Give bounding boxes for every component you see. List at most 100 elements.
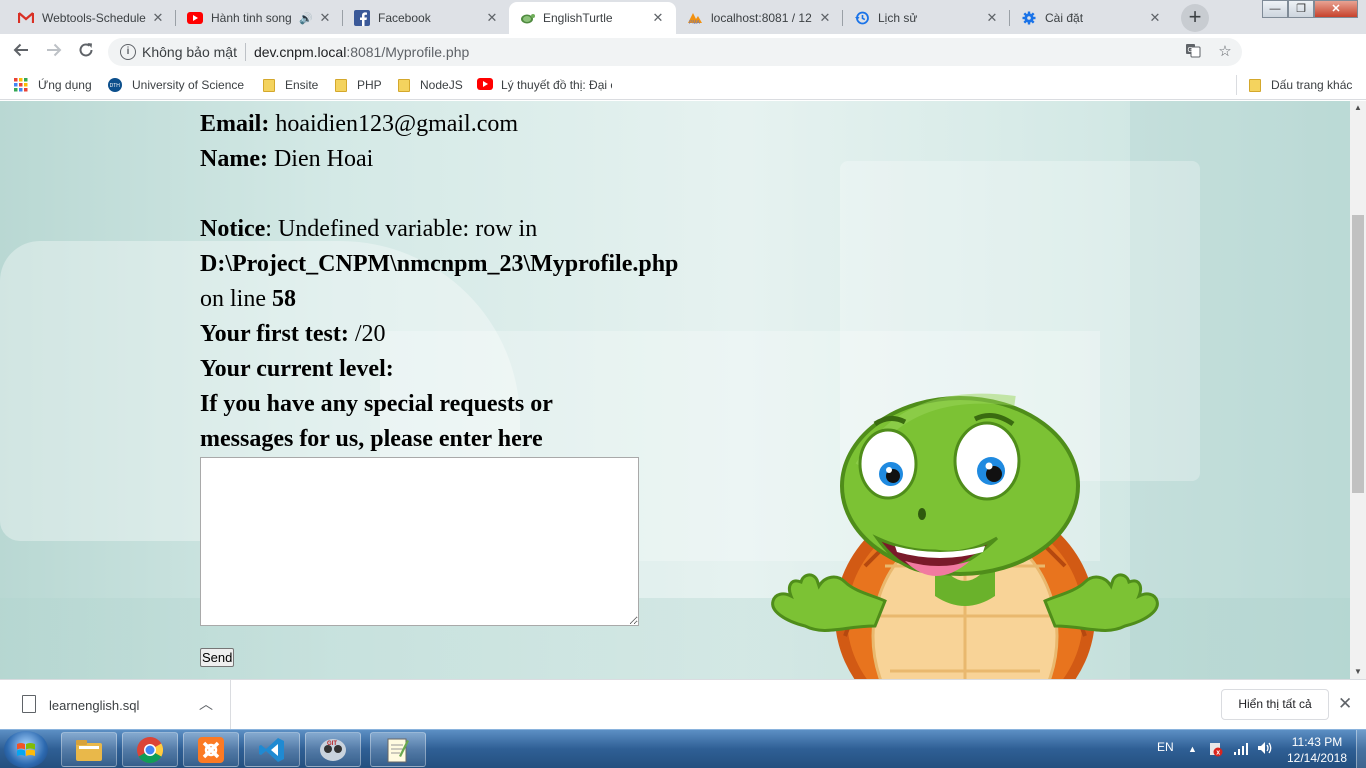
system-clock[interactable]: 11:43 PM 12/14/2018 <box>1281 734 1353 766</box>
current-level-label: Your current level: <box>200 356 394 382</box>
language-indicator[interactable]: EN <box>1157 730 1174 768</box>
bookmark-star-icon[interactable]: ☆ <box>1214 42 1236 62</box>
message-textarea[interactable] <box>200 457 639 626</box>
screen: Webtools-Schedule ✕ Hành tinh song 🔊 ✕ F… <box>0 0 1366 768</box>
facebook-icon <box>354 10 370 26</box>
url-path: :8081/Myprofile.php <box>346 44 470 60</box>
close-shelf-icon[interactable]: ✕ <box>1338 694 1352 714</box>
vertical-scrollbar[interactable]: ▲ ▼ <box>1350 101 1366 679</box>
tab-label: Lịch sử <box>878 11 918 25</box>
file-icon <box>22 695 36 713</box>
clock-time: 11:43 PM <box>1291 735 1343 749</box>
tab-label: localhost:8081 / 12 <box>711 11 812 25</box>
tab-englishturtle[interactable]: EnglishTurtle ✕ <box>509 2 676 34</box>
bookmark-php[interactable]: PHP <box>335 76 382 94</box>
phpmyadmin-icon: PMA <box>687 10 703 26</box>
page-viewport: Email: hoaidien123@gmail.com Name: Dien … <box>0 101 1350 679</box>
info-icon[interactable]: i <box>120 44 136 60</box>
close-icon[interactable]: ✕ <box>984 10 1000 26</box>
address-bar[interactable]: i Không bảo mật dev.cnpm.local:8081/Mypr… <box>108 38 1242 66</box>
security-alert-icon[interactable]: x <box>1209 741 1223 768</box>
tab-facebook[interactable]: Facebook ✕ <box>344 2 510 34</box>
tab-history[interactable]: Lịch sử ✕ <box>844 2 1010 34</box>
name-label: Name: <box>200 146 268 172</box>
tab-strip: Webtools-Schedule ✕ Hành tinh song 🔊 ✕ F… <box>0 0 1366 34</box>
taskbar-git[interactable]: GIT <box>305 732 361 767</box>
network-signal-icon[interactable] <box>1233 741 1249 768</box>
notepad-icon <box>387 738 409 762</box>
notice-online: on line <box>200 286 266 312</box>
show-hidden-icons-chevron-icon[interactable]: ▲ <box>1188 730 1197 768</box>
taskbar-xampp[interactable] <box>183 732 239 767</box>
scrollbar-thumb[interactable] <box>1352 215 1364 493</box>
translate-icon[interactable]: G <box>1182 42 1204 62</box>
download-item[interactable]: learnenglish.sql ︿ <box>0 680 231 729</box>
close-icon[interactable]: ✕ <box>317 10 333 26</box>
bookmark-university[interactable]: DTH University of Science <box>108 76 244 94</box>
maximize-button[interactable]: ❐ <box>1288 0 1314 18</box>
send-button[interactable]: Send <box>200 648 235 667</box>
clock-date: 12/14/2018 <box>1286 751 1348 765</box>
taskbar-notepad[interactable] <box>370 732 426 767</box>
bookmark-apps[interactable]: Ứng dụng <box>14 76 92 94</box>
tab-phpmyadmin[interactable]: PMA localhost:8081 / 12 ✕ <box>677 2 843 34</box>
taskbar-file-explorer[interactable] <box>61 732 117 767</box>
bookmark-label: PHP <box>357 78 382 92</box>
security-label: Không bảo mật <box>142 44 237 60</box>
reload-icon <box>79 43 93 57</box>
scroll-down-arrow-icon[interactable]: ▼ <box>1350 665 1366 679</box>
svg-text:DTH: DTH <box>110 83 121 89</box>
download-shelf: learnenglish.sql ︿ Hiển thị tất cả ✕ <box>0 679 1366 729</box>
new-tab-button[interactable]: + <box>1181 4 1209 32</box>
bookmark-label: University of Science <box>132 78 245 92</box>
close-window-button[interactable]: ✕ <box>1314 0 1358 18</box>
speaker-icon[interactable]: 🔊 <box>299 12 313 25</box>
show-all-downloads-button[interactable]: Hiển thị tất cả <box>1221 689 1329 720</box>
svg-text:GIT: GIT <box>327 741 337 747</box>
history-icon <box>854 10 870 26</box>
start-button[interactable] <box>4 731 48 768</box>
forward-button[interactable] <box>40 38 68 66</box>
bookmark-label: Dấu trang khác <box>1271 78 1353 92</box>
close-icon[interactable]: ✕ <box>650 10 666 26</box>
close-icon[interactable]: ✕ <box>484 10 500 26</box>
tab-gmail[interactable]: Webtools-Schedule ✕ <box>8 2 176 34</box>
browser-toolbar: i Không bảo mật dev.cnpm.local:8081/Mypr… <box>0 34 1366 93</box>
youtube-icon <box>477 78 493 92</box>
bookmark-label: NodeJS <box>420 78 463 92</box>
tab-youtube[interactable]: Hành tinh song 🔊 ✕ <box>177 2 343 34</box>
show-desktop-button[interactable] <box>1356 730 1366 768</box>
minimize-button[interactable]: — <box>1262 0 1288 18</box>
reload-button[interactable] <box>72 38 100 66</box>
tab-label: EnglishTurtle <box>543 11 613 25</box>
folder-icon <box>398 78 410 92</box>
close-icon[interactable]: ✕ <box>150 10 166 26</box>
taskbar-vscode[interactable] <box>244 732 300 767</box>
profile-content: Email: hoaidien123@gmail.com Name: Dien … <box>200 107 720 673</box>
taskbar-chrome[interactable] <box>122 732 178 767</box>
request-prompt: If you have any special requests or mess… <box>200 391 553 452</box>
bookmark-other[interactable]: Dấu trang khác <box>1249 76 1352 94</box>
scroll-up-arrow-icon[interactable]: ▲ <box>1350 101 1366 115</box>
folder-icon <box>1249 78 1261 92</box>
folder-icon <box>263 78 275 92</box>
bookmarks-bar: Ứng dụng DTH University of Science Ensit… <box>0 70 1366 100</box>
settings-icon <box>1021 10 1037 26</box>
close-icon[interactable]: ✕ <box>1147 10 1163 26</box>
close-icon[interactable]: ✕ <box>817 10 833 26</box>
bookmark-ly-thuyet-do-thi[interactable]: Lý thuyết đồ thị: Đại c <box>477 76 612 94</box>
svg-text:x: x <box>1216 750 1220 757</box>
chevron-up-icon[interactable]: ︿ <box>199 694 213 714</box>
volume-icon[interactable] <box>1256 740 1274 768</box>
back-arrow-icon <box>13 43 28 57</box>
forward-arrow-icon <box>47 43 62 57</box>
back-button[interactable] <box>7 38 35 66</box>
turtle-icon <box>519 10 535 26</box>
bookmark-label: Ensite <box>285 78 319 92</box>
bookmark-nodejs[interactable]: NodeJS <box>398 76 463 94</box>
tab-settings[interactable]: Cài đặt ✕ <box>1011 2 1173 34</box>
tab-label: Hành tinh song <box>211 11 292 25</box>
request-prompt-row: If you have any special requests or mess… <box>200 387 590 457</box>
name-value: Dien Hoai <box>273 146 374 172</box>
bookmark-ensite[interactable]: Ensite <box>263 76 318 94</box>
